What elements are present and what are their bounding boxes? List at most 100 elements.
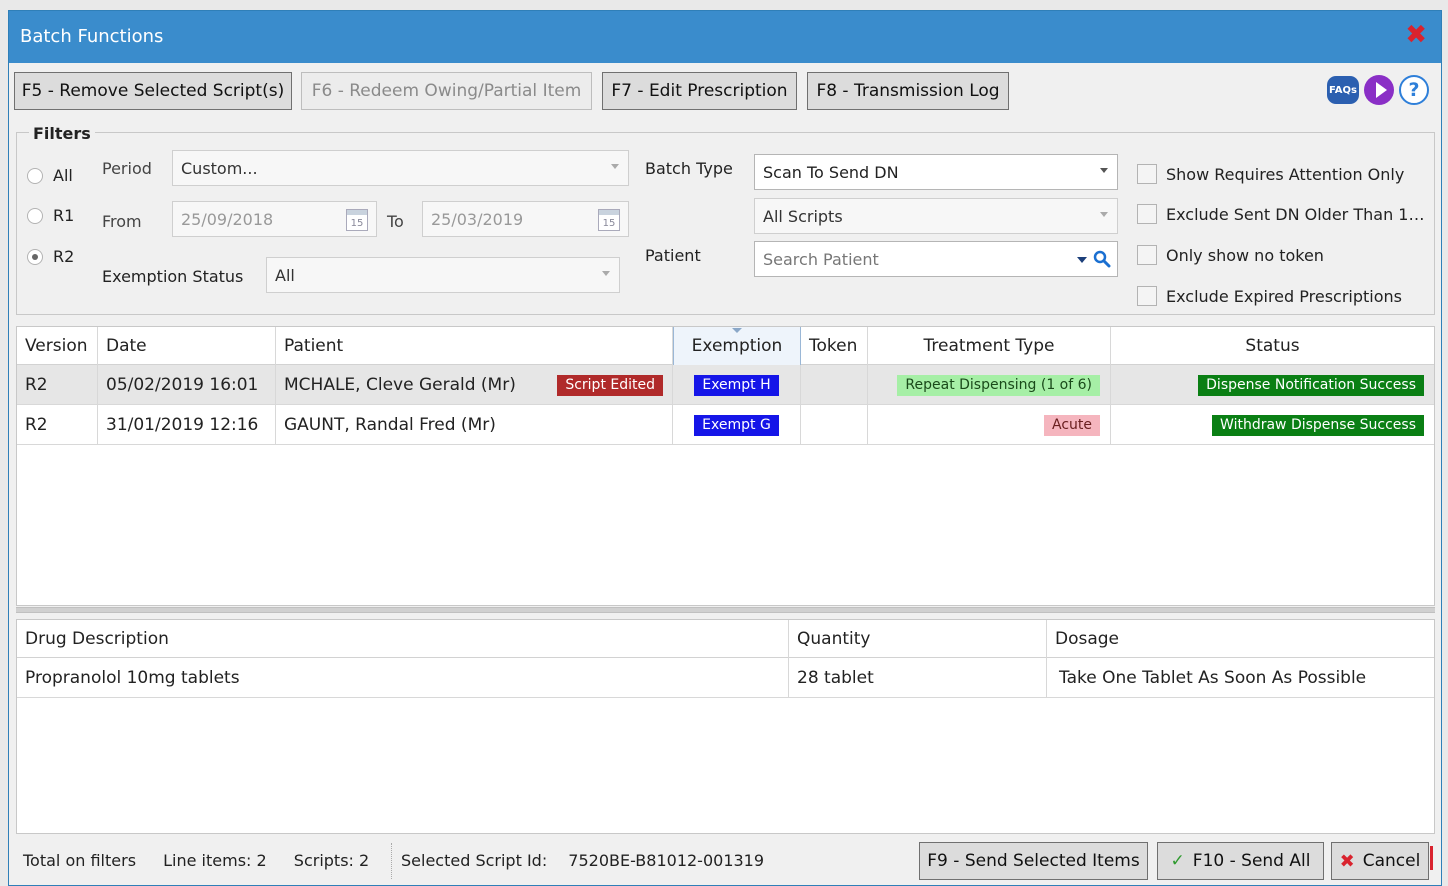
exclude-expired-label: Exclude Expired Prescriptions xyxy=(1166,287,1402,306)
table-row[interactable]: R2 05/02/2019 16:01 MCHALE, Cleve Gerald… xyxy=(17,365,1434,405)
edit-prescription-button[interactable]: F7 - Edit Prescription xyxy=(602,72,797,110)
column-treatment-type[interactable]: Treatment Type xyxy=(868,327,1111,365)
row-status: Dispense Notification Success xyxy=(1111,365,1434,405)
send-selected-items-button[interactable]: F9 - Send Selected Items xyxy=(919,842,1148,880)
title-bar: Batch Functions ✖ xyxy=(9,11,1441,63)
redeem-owing-button[interactable]: F6 - Redeem Owing/Partial Item xyxy=(301,72,592,110)
remove-selected-scripts-button[interactable]: F5 - Remove Selected Script(s) xyxy=(14,72,292,110)
period-value: Custom... xyxy=(181,158,258,178)
search-icon[interactable] xyxy=(1093,250,1111,268)
scripts-grid: Version Date Patient Exemption Token Tre… xyxy=(16,326,1435,606)
row-version: R2 xyxy=(17,405,98,445)
row-date: 31/01/2019 12:16 xyxy=(98,405,276,445)
scripts-select[interactable]: All Scripts xyxy=(754,198,1118,234)
status-badge: Withdraw Dispense Success xyxy=(1212,414,1424,436)
column-date[interactable]: Date xyxy=(98,327,276,365)
to-date-field[interactable]: 25/03/2019 15 xyxy=(422,201,629,237)
check-icon: ✓ xyxy=(1170,851,1185,871)
patient-search-field[interactable]: Search Patient xyxy=(754,241,1118,277)
grid-splitter[interactable] xyxy=(16,607,1435,613)
item-drug: Propranolol 10mg tablets xyxy=(17,658,789,698)
row-patient: GAUNT, Randal Fred (Mr) xyxy=(276,405,673,445)
radio-all[interactable]: All xyxy=(27,166,73,185)
script-edited-badge: Script Edited xyxy=(557,374,663,396)
column-quantity[interactable]: Quantity xyxy=(789,620,1047,658)
treatment-badge: Repeat Dispensing (1 of 6) xyxy=(897,374,1100,396)
list-item[interactable]: Propranolol 10mg tablets 28 tablet Take … xyxy=(17,658,1434,698)
show-requires-attention-checkbox[interactable] xyxy=(1137,164,1157,184)
column-exemption-label: Exemption xyxy=(691,336,783,356)
dropdown-arrow-icon[interactable] xyxy=(1077,257,1087,263)
only-no-token-checkbox[interactable] xyxy=(1137,245,1157,265)
only-no-token-label: Only show no token xyxy=(1166,246,1324,265)
status-separator xyxy=(391,843,392,879)
period-select[interactable]: Custom... xyxy=(172,150,629,186)
exclude-sent-dn-label: Exclude Sent DN Older Than 1… xyxy=(1166,205,1425,224)
exemption-status-select[interactable]: All xyxy=(266,257,620,293)
selected-script-info: Selected Script Id: 7520BE-B81012-001319 xyxy=(401,851,764,870)
faq-icon[interactable]: FAQs xyxy=(1327,76,1359,104)
calendar-icon[interactable]: 15 xyxy=(598,209,620,231)
column-patient[interactable]: Patient xyxy=(276,327,673,365)
batch-type-value: Scan To Send DN xyxy=(763,162,899,182)
cancel-button[interactable]: ✖ Cancel xyxy=(1331,842,1429,880)
exemption-badge: Exempt H xyxy=(694,374,779,396)
send-all-button[interactable]: ✓ F10 - Send All xyxy=(1157,842,1324,880)
cancel-x-icon: ✖ xyxy=(1339,850,1355,872)
row-patient-name: GAUNT, Randal Fred (Mr) xyxy=(284,415,496,435)
column-version[interactable]: Version xyxy=(17,327,98,365)
show-requires-attention-label: Show Requires Attention Only xyxy=(1166,165,1405,184)
batch-type-select[interactable]: Scan To Send DN xyxy=(754,154,1118,190)
items-grid-header: Drug Description Quantity Dosage xyxy=(17,620,1434,658)
row-exemption: Exempt H xyxy=(673,365,801,405)
patient-label: Patient xyxy=(645,246,701,265)
column-drug-description[interactable]: Drug Description xyxy=(17,620,789,658)
items-grid: Drug Description Quantity Dosage Propran… xyxy=(16,619,1435,834)
radio-all-label: All xyxy=(53,166,73,185)
edge-marker xyxy=(1430,846,1433,870)
play-video-icon[interactable] xyxy=(1364,75,1394,105)
from-date-field[interactable]: 25/09/2018 15 xyxy=(172,201,377,237)
radio-r2[interactable]: R2 xyxy=(27,247,74,266)
column-dosage[interactable]: Dosage xyxy=(1047,620,1434,658)
selected-script-id-value: 7520BE-B81012-001319 xyxy=(568,851,765,870)
radio-r2-circle[interactable] xyxy=(27,248,43,265)
period-label: Period xyxy=(102,159,152,178)
item-quantity: 28 tablet xyxy=(789,658,1047,698)
line-items-count: Line items: 2 xyxy=(163,851,267,870)
close-icon[interactable]: ✖ xyxy=(1405,22,1427,48)
chevron-down-icon xyxy=(602,271,610,276)
row-token xyxy=(801,365,868,405)
column-exemption[interactable]: Exemption xyxy=(673,327,801,365)
row-token xyxy=(801,405,868,445)
column-status[interactable]: Status xyxy=(1111,327,1434,365)
chevron-down-icon xyxy=(611,164,619,169)
row-patient: MCHALE, Cleve Gerald (Mr) Script Edited xyxy=(276,365,673,405)
radio-r1[interactable]: R1 xyxy=(27,206,74,225)
chevron-down-icon xyxy=(1100,168,1108,173)
patient-search-placeholder: Search Patient xyxy=(763,249,879,269)
exclude-sent-dn-checkbox[interactable] xyxy=(1137,204,1157,224)
radio-all-circle[interactable] xyxy=(27,167,43,184)
table-row[interactable]: R2 31/01/2019 12:16 GAUNT, Randal Fred (… xyxy=(17,405,1434,445)
from-label: From xyxy=(102,212,142,231)
row-exemption: Exempt G xyxy=(673,405,801,445)
send-all-label: F10 - Send All xyxy=(1192,851,1311,871)
treatment-badge: Acute xyxy=(1043,414,1100,436)
row-patient-name: MCHALE, Cleve Gerald (Mr) xyxy=(284,375,516,395)
radio-r1-circle[interactable] xyxy=(27,207,43,224)
help-icon[interactable]: ? xyxy=(1399,75,1429,105)
exclude-expired-checkbox[interactable] xyxy=(1137,286,1157,306)
chevron-down-icon xyxy=(1100,212,1108,217)
transmission-log-button[interactable]: F8 - Transmission Log xyxy=(807,72,1009,110)
item-dosage: Take One Tablet As Soon As Possible xyxy=(1059,668,1367,688)
column-token[interactable]: Token xyxy=(801,327,868,365)
window-title: Batch Functions xyxy=(20,26,164,47)
total-on-filters-label: Total on filters xyxy=(23,851,137,870)
row-treatment: Repeat Dispensing (1 of 6) xyxy=(868,365,1111,405)
to-label: To xyxy=(387,212,404,231)
radio-r2-label: R2 xyxy=(53,247,75,266)
calendar-icon[interactable]: 15 xyxy=(346,209,368,231)
status-bar: Total on filters Line items: 2 Scripts: … xyxy=(23,851,369,870)
scripts-value: All Scripts xyxy=(763,206,843,226)
